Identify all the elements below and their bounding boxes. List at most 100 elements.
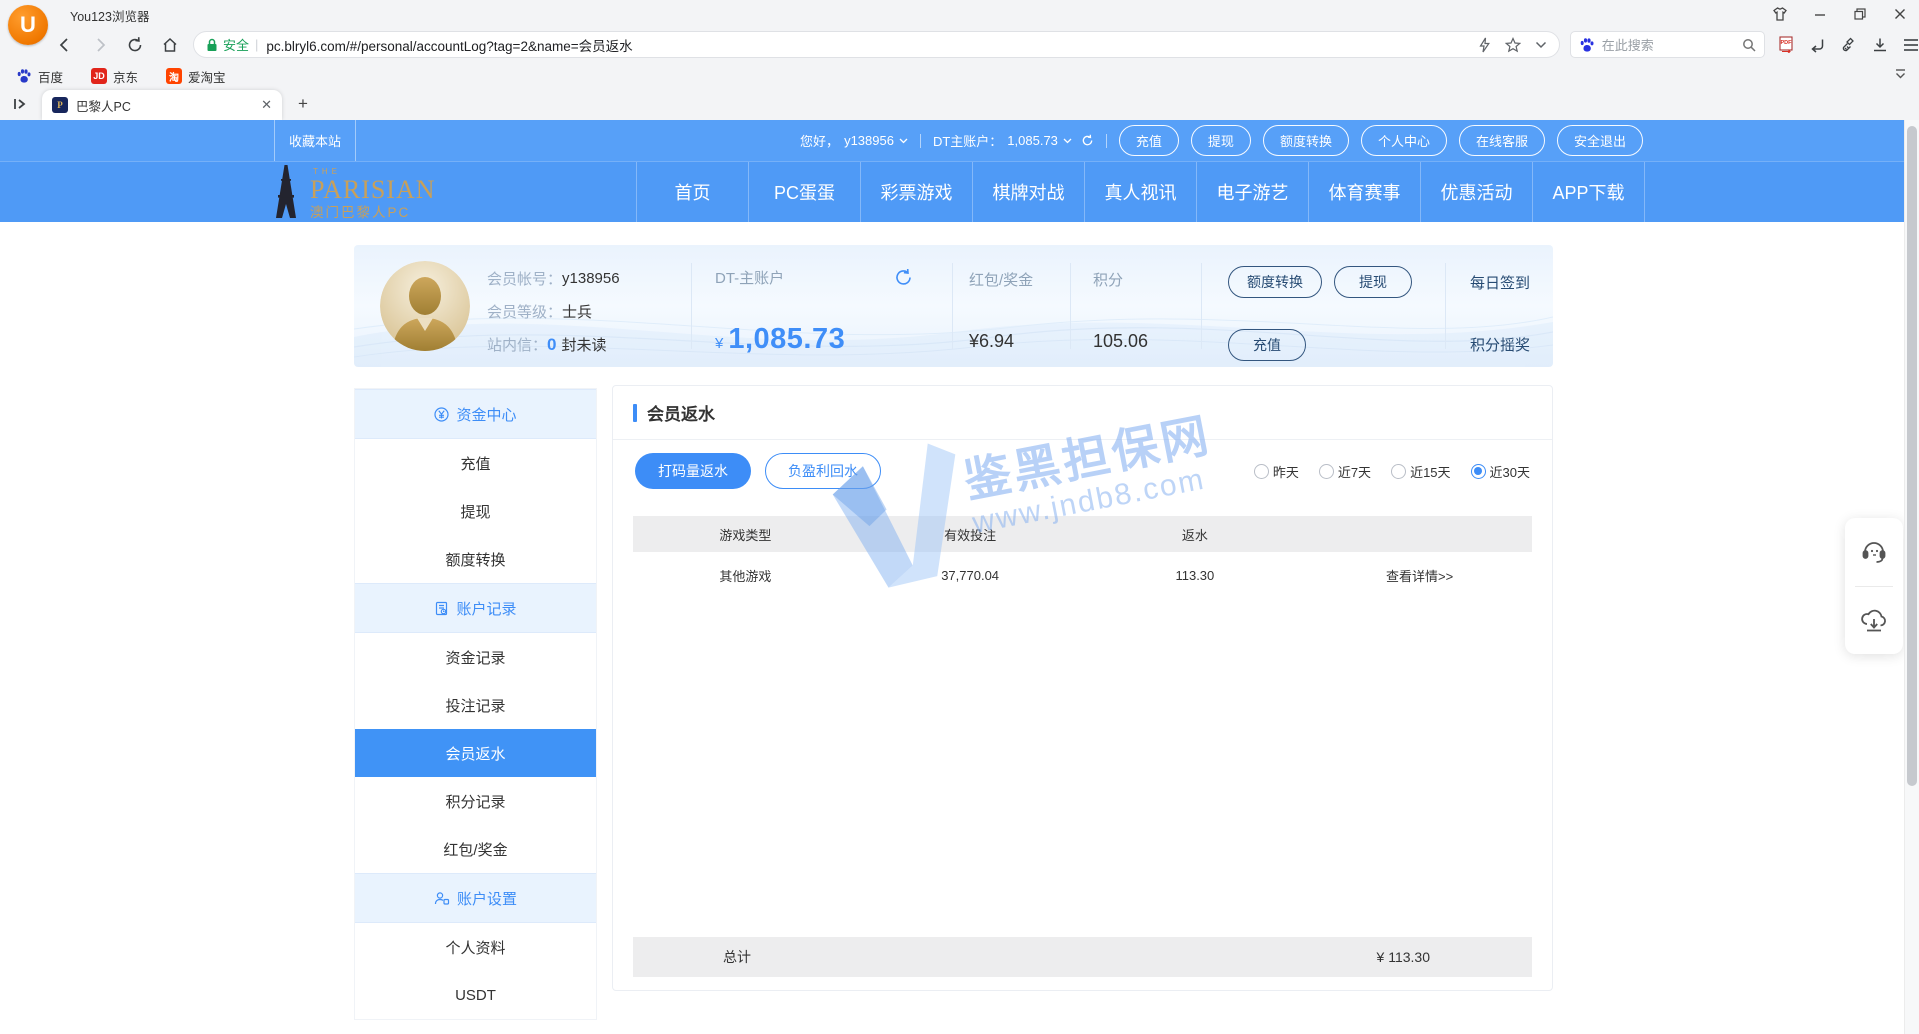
points-lottery-link[interactable]: 积分摇奖 [1470, 334, 1530, 355]
logo-name: PARISIAN [310, 177, 436, 203]
view-details-link[interactable]: 查看详情>> [1307, 566, 1532, 585]
minimize-button[interactable] [1811, 5, 1829, 23]
sidebar-item-profile[interactable]: 个人资料 [355, 923, 596, 971]
daily-signin-link[interactable]: 每日签到 [1470, 272, 1530, 293]
restore-button[interactable] [1851, 5, 1869, 23]
nav-home[interactable]: 首页 [636, 162, 748, 222]
col-valid-bets: 有效投注 [858, 525, 1083, 544]
radio-icon[interactable] [1391, 464, 1406, 479]
browser-logo-icon[interactable]: U [8, 5, 48, 45]
scrollbar-thumb[interactable] [1907, 126, 1917, 786]
main-account-balance[interactable]: DT主账户： 1,085.73 [933, 131, 1094, 150]
caret-down-icon [899, 138, 908, 144]
download-icon[interactable] [1872, 37, 1888, 53]
nav-live-casino[interactable]: 真人视讯 [1084, 162, 1196, 222]
search-magnifier-icon[interactable] [1742, 38, 1756, 52]
sidebar-item-bet-records[interactable]: 投注记录 [355, 681, 596, 729]
speed-mode-icon[interactable] [1478, 37, 1491, 53]
close-button[interactable] [1891, 5, 1909, 23]
topbar-logout-button[interactable]: 安全退出 [1557, 125, 1643, 156]
tab-strip: P 巴黎人PC ✕ + [0, 90, 1919, 120]
secure-label: 安全 [223, 35, 249, 54]
sidebar-section-funds-center[interactable]: 资金中心 [355, 389, 596, 439]
panel-deposit-button[interactable]: 充值 [1228, 329, 1306, 361]
undo-close-icon[interactable] [1809, 37, 1826, 53]
radio-icon[interactable] [1254, 464, 1269, 479]
nav-slots[interactable]: 电子游艺 [1196, 162, 1308, 222]
member-level-row: 会员等级： 士兵 [487, 295, 620, 328]
tab-wager-rebate[interactable]: 打码量返水 [635, 453, 751, 489]
sidebar-section-account-settings[interactable]: 账户设置 [355, 873, 596, 923]
sidebar-expand-icon[interactable] [12, 96, 28, 112]
bookmark-taobao[interactable]: 淘 爱淘宝 [166, 67, 226, 86]
sidebar-item-member-rebate[interactable]: 会员返水 [355, 729, 596, 777]
forward-button[interactable] [91, 36, 109, 54]
topbar-personal-center-button[interactable]: 个人中心 [1361, 125, 1447, 156]
sidebar-item-redpacket-bonus[interactable]: 红包/奖金 [355, 825, 596, 873]
radio-icon[interactable] [1319, 464, 1334, 479]
url-text[interactable]: pc.blryl6.com/#/personal/accountLog?tag=… [266, 35, 1469, 55]
theme-skin-icon[interactable] [1771, 5, 1789, 23]
new-tab-button[interactable]: + [298, 94, 308, 114]
svg-text:PDF: PDF [1781, 40, 1793, 46]
table-header: 游戏类型 有效投注 返水 [633, 516, 1532, 552]
sidebar-section-account-records[interactable]: 账户记录 [355, 583, 596, 633]
nav-board-games[interactable]: 棋牌对战 [972, 162, 1084, 222]
avatar[interactable] [380, 261, 470, 351]
cleaner-icon[interactable] [1841, 37, 1857, 53]
home-button[interactable] [161, 36, 179, 54]
topbar-deposit-button[interactable]: 充值 [1119, 125, 1179, 156]
nav-lottery[interactable]: 彩票游戏 [860, 162, 972, 222]
filter-last-15-days[interactable]: 近15天 [1391, 462, 1450, 481]
filter-last-7-days[interactable]: 近7天 [1319, 462, 1371, 481]
refresh-balance-icon[interactable] [894, 268, 913, 287]
addr-dropdown-icon[interactable] [1535, 41, 1547, 49]
back-button[interactable] [56, 36, 74, 54]
user-greeting[interactable]: 您好， y138956 [800, 131, 908, 150]
member-level-value: 士兵 [562, 301, 592, 322]
tab-negative-profit-rebate[interactable]: 负盈利回水 [765, 453, 881, 489]
panel-transfer-button[interactable]: 额度转换 [1228, 266, 1322, 298]
sidebar-item-withdraw[interactable]: 提现 [355, 487, 596, 535]
record-book-icon [434, 601, 449, 616]
filter-last-30-days[interactable]: 近30天 [1471, 462, 1530, 481]
nav-promotions[interactable]: 优惠活动 [1420, 162, 1532, 222]
sidebar-item-fund-records[interactable]: 资金记录 [355, 633, 596, 681]
bookmarks-overflow-icon[interactable] [1894, 67, 1907, 81]
filter-yesterday[interactable]: 昨天 [1254, 462, 1299, 481]
sidebar-item-quota-transfer[interactable]: 额度转换 [355, 535, 596, 583]
table-total-row: 总计 ¥ 113.30 [633, 937, 1532, 977]
nav-pc-dandan[interactable]: PC蛋蛋 [748, 162, 860, 222]
favorite-site-link[interactable]: 收藏本站 [274, 120, 356, 161]
nav-app-download[interactable]: APP下载 [1532, 162, 1645, 222]
col-rebate: 返水 [1083, 525, 1308, 544]
sidebar-item-points-records[interactable]: 积分记录 [355, 777, 596, 825]
site-logo[interactable]: THE PARISIAN 澳门巴黎人PC [266, 165, 436, 219]
site-mail-row[interactable]: 站内信： 0 封未读 [487, 328, 620, 361]
menu-icon[interactable] [1903, 38, 1919, 52]
radio-checked-icon[interactable] [1471, 464, 1486, 479]
customer-service-icon[interactable] [1860, 538, 1888, 566]
total-label: 总计 [723, 947, 751, 967]
search-placeholder[interactable]: 在此搜索 [1602, 35, 1742, 54]
panel-withdraw-button[interactable]: 提现 [1334, 266, 1412, 298]
save-pdf-icon[interactable]: PDF [1778, 36, 1794, 53]
baidu-icon [1579, 37, 1595, 53]
topbar-transfer-button[interactable]: 额度转换 [1263, 125, 1349, 156]
topbar-withdraw-button[interactable]: 提现 [1191, 125, 1251, 156]
cloud-download-icon[interactable] [1859, 606, 1889, 634]
sidebar-item-usdt[interactable]: USDT [355, 971, 596, 1019]
bookmark-star-icon[interactable] [1505, 37, 1521, 53]
nav-sports[interactable]: 体育赛事 [1308, 162, 1420, 222]
tab-parisian[interactable]: P 巴黎人PC ✕ [42, 90, 282, 120]
sidebar-item-deposit[interactable]: 充值 [355, 439, 596, 487]
search-box[interactable]: 在此搜索 [1570, 31, 1765, 58]
cell-game-type: 其他游戏 [633, 566, 858, 585]
bookmark-jd[interactable]: JD 京东 [91, 67, 138, 86]
topbar-customer-service-button[interactable]: 在线客服 [1459, 125, 1545, 156]
bonus-value: ¥6.94 [969, 331, 1014, 352]
tab-close-icon[interactable]: ✕ [261, 97, 272, 113]
address-bar[interactable]: 安全 | pc.blryl6.com/#/personal/accountLog… [193, 31, 1560, 58]
reload-button[interactable] [126, 36, 144, 54]
bookmark-baidu[interactable]: 百度 [16, 67, 63, 86]
